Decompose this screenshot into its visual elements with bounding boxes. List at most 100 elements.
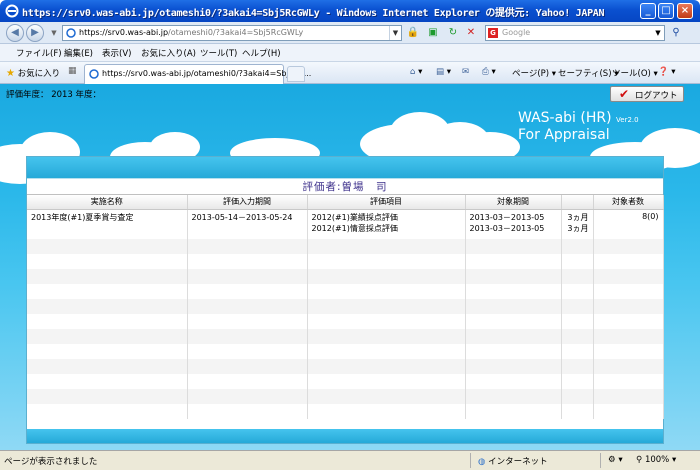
- status-bar: ページが表示されました ◍ インターネット ⚙ ▾ ⚲ 100% ▾: [0, 450, 700, 470]
- maximize-button[interactable]: □: [658, 3, 674, 19]
- search-dropdown-icon[interactable]: ▼: [652, 26, 664, 40]
- zoom-icon: ⚲: [636, 455, 643, 465]
- forward-button[interactable]: ▶: [26, 24, 44, 42]
- feeds-icon[interactable]: ▤ ▾: [436, 67, 451, 77]
- menu-help[interactable]: ヘルプ(H): [242, 47, 281, 59]
- empty-row: [27, 389, 664, 404]
- protected-mode-icon[interactable]: ⚙ ▾: [608, 455, 623, 465]
- tab-page-icon: [89, 69, 99, 79]
- search-field[interactable]: G Google ▼: [485, 25, 665, 41]
- empty-row: [27, 329, 664, 344]
- empty-row: [27, 239, 664, 254]
- cell-name[interactable]: 2013年度(#1)夏季賞与査定: [27, 209, 188, 239]
- empty-row: [27, 269, 664, 284]
- brand-logo: WAS-abi (HR) Ver2.0 For Appraisal: [518, 110, 639, 143]
- empty-row: [27, 359, 664, 374]
- col-header-name: 実施名称: [27, 195, 188, 210]
- window-title: https://srv0.was-abi.jp/otameshi0/?3akai…: [22, 8, 605, 19]
- home-icon[interactable]: ⌂ ▾: [410, 67, 422, 77]
- brand-version: Ver2.0: [616, 116, 639, 124]
- logout-label: ログアウト: [635, 91, 678, 101]
- zoom-control[interactable]: ⚲ 100% ▾: [636, 455, 676, 465]
- cell-count: 8(0): [593, 209, 664, 239]
- zoom-level: 100%: [644, 455, 670, 465]
- url-path: /otameshi0/?3akai4=Sbj5RcGWLy: [168, 28, 304, 37]
- tools-menu-label: ツール(O): [612, 69, 651, 79]
- zone-label: インターネット: [488, 457, 548, 467]
- search-placeholder: Google: [502, 28, 531, 37]
- menu-file[interactable]: ファイル(F): [16, 47, 62, 59]
- stop-icon[interactable]: ✕: [463, 25, 479, 41]
- page-menu[interactable]: ページ(P) ▾: [512, 67, 556, 79]
- item-attitude[interactable]: 2012(#1)情意採点評価: [312, 223, 461, 234]
- address-bar[interactable]: https://srv0.was-abi.jp/otameshi0/?3akai…: [62, 25, 402, 41]
- search-provider-icon: G: [488, 28, 498, 38]
- browser-tab[interactable]: https://srv0.was-abi.jp/otameshi0/?3akai…: [84, 64, 311, 84]
- page-menu-label: ページ(P): [512, 69, 550, 79]
- empty-row: [27, 404, 664, 419]
- safety-menu-label: セーフティ(S): [558, 69, 612, 79]
- help-icon[interactable]: ❓ ▾: [658, 67, 676, 77]
- cell-target-period: 2013-03－2013-05 2013-03－2013-05: [465, 209, 562, 239]
- menu-favorites[interactable]: お気に入り(A): [141, 47, 196, 59]
- menu-edit[interactable]: 編集(E): [64, 47, 93, 59]
- logout-button[interactable]: ✔ ログアウト: [610, 86, 684, 102]
- table-header-row: 実施名称 評価入力期間 評価項目 対象期間 対象者数: [27, 195, 664, 210]
- evaluation-year: 評価年度： 2013 年度：: [6, 90, 102, 100]
- lock-icon[interactable]: 🔒: [405, 25, 421, 41]
- menu-view[interactable]: 表示(V): [102, 47, 131, 59]
- status-divider: [600, 453, 601, 468]
- empty-row: [27, 314, 664, 329]
- months-2: 3ヵ月: [567, 223, 589, 233]
- panel-header: [27, 157, 663, 179]
- col-header-target-period: 対象期間: [465, 195, 562, 210]
- empty-row: [27, 254, 664, 269]
- col-header-months: [561, 195, 594, 210]
- refresh-icon[interactable]: ↻: [445, 25, 461, 41]
- address-toolbar: ◀ ▶ ▼ https://srv0.was-abi.jp/otameshi0/…: [0, 22, 700, 44]
- favorites-button[interactable]: ★ お気に入り: [6, 67, 60, 79]
- cell-months: 3ヵ月 3ヵ月: [561, 209, 594, 239]
- print-icon[interactable]: ⎙ ▾: [482, 67, 496, 77]
- evaluator-heading: 評価者:曽場 司: [27, 179, 663, 195]
- period-2: 2013-03－2013-05: [469, 223, 545, 233]
- empty-row: [27, 374, 664, 389]
- mail-icon[interactable]: ✉: [462, 67, 469, 77]
- table-row[interactable]: 2013年度(#1)夏季賞与査定 2013-05-14－2013-05-24 2…: [27, 209, 664, 239]
- url-host: https://srv0.was-abi.jp: [79, 28, 169, 37]
- status-divider: [470, 453, 471, 468]
- safety-menu[interactable]: セーフティ(S) ▾: [558, 67, 618, 79]
- col-header-input-period: 評価入力期間: [187, 195, 308, 210]
- back-button[interactable]: ◀: [6, 24, 24, 42]
- ie-logo-icon: [5, 4, 19, 18]
- globe-icon: ◍: [478, 457, 486, 467]
- brand-name: WAS-abi (HR): [518, 110, 612, 126]
- col-header-item: 評価項目: [307, 195, 466, 210]
- item-performance[interactable]: 2012(#1)業績採点評価: [312, 212, 461, 223]
- empty-row: [27, 299, 664, 314]
- address-dropdown-icon[interactable]: ▼: [389, 26, 401, 40]
- empty-row: [27, 284, 664, 299]
- minimize-button[interactable]: _: [640, 3, 656, 19]
- period-1: 2013-03－2013-05: [469, 212, 545, 222]
- history-dropdown-icon[interactable]: ▼: [46, 25, 62, 41]
- window-titlebar: https://srv0.was-abi.jp/otameshi0/?3akai…: [0, 0, 700, 22]
- tools-menu[interactable]: ツール(O) ▾: [612, 67, 658, 79]
- favorites-star-icon: ★: [6, 68, 15, 79]
- compatibility-icon[interactable]: ▣: [425, 25, 441, 41]
- menu-tools[interactable]: ツール(T): [200, 47, 237, 59]
- favorites-label: お気に入り: [17, 69, 61, 79]
- cell-items: 2012(#1)業績採点評価 2012(#1)情意採点評価: [307, 209, 466, 239]
- cell-input-period: 2013-05-14－2013-05-24: [187, 209, 308, 239]
- page-content: 評価年度： 2013 年度： ✔ ログアウト WAS-abi (HR) Ver2…: [0, 84, 700, 450]
- evaluation-table: 実施名称 評価入力期間 評価項目 対象期間 対象者数 2013年度(#1)夏季賞…: [27, 195, 664, 419]
- evaluation-panel: 評価者:曽場 司 実施名称 評価入力期間 評価項目 対象期間 対象者数 2013…: [26, 156, 664, 444]
- search-icon[interactable]: ⚲: [668, 25, 684, 41]
- quick-tabs-icon[interactable]: ▦: [68, 66, 82, 80]
- close-window-button[interactable]: ×: [677, 3, 693, 19]
- new-tab-button[interactable]: [287, 66, 305, 82]
- empty-row: [27, 344, 664, 359]
- internet-zone[interactable]: ◍ インターネット: [478, 455, 548, 467]
- status-text: ページが表示されました: [4, 457, 98, 467]
- evaluator-name: 評価者:曽場 司: [302, 181, 388, 193]
